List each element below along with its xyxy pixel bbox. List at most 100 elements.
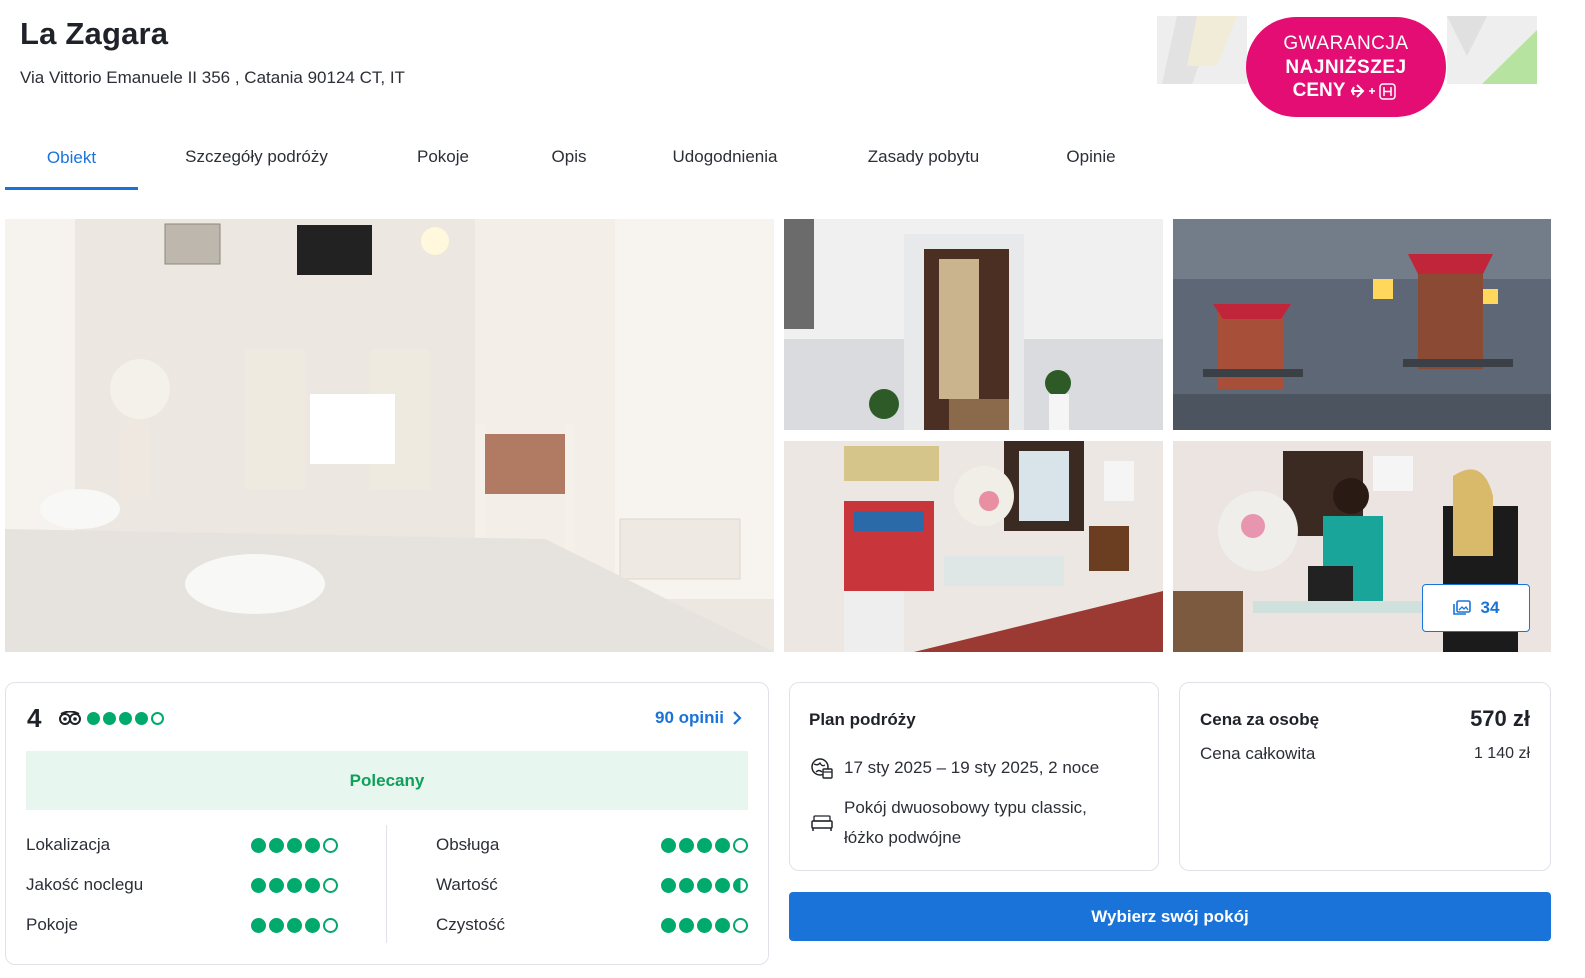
- total-price-label: Cena całkowita: [1200, 744, 1316, 763]
- rating-dot-full: [305, 837, 320, 853]
- trip-dates-row: 17 sty 2025 – 19 sty 2025, 2 noce: [809, 753, 1099, 783]
- reviews-count: 90 opinii: [655, 708, 724, 727]
- section-tabs: Obiekt Szczegóły podróży Pokoje Opis Udo…: [5, 126, 1158, 190]
- tripadvisor-rating: [59, 711, 164, 725]
- rating-dot-full: [305, 877, 320, 893]
- bed-icon: [809, 808, 834, 838]
- price-per-person-value: 570 zł: [1470, 706, 1530, 731]
- lowest-price-guarantee-badge: GWARANCJA NAJNIŻSZEJ CENY: [1157, 16, 1537, 117]
- recommended-banner: Polecany: [26, 751, 748, 810]
- badge-line-2: NAJNIŻSZEJ: [1285, 57, 1407, 78]
- rating-dot-full: [697, 877, 712, 893]
- trip-plan-card: Plan podróży 17 sty 2025 – 19 sty 2025, …: [789, 682, 1159, 871]
- rating-dot-empty: [323, 917, 338, 933]
- rating-label: Obsługa: [436, 835, 500, 854]
- rating-label: Czystość: [436, 915, 505, 934]
- rating-dots: [87, 711, 164, 725]
- rating-dot-empty: [323, 837, 338, 853]
- tab-szczegoly-podrozy[interactable]: Szczegóły podróży: [138, 126, 375, 188]
- tab-pokoje[interactable]: Pokoje: [375, 126, 511, 188]
- trip-dates: 17 sty 2025 – 19 sty 2025, 2 noce: [844, 758, 1100, 777]
- rating-row-rooms: Pokoje: [26, 905, 338, 945]
- rating-dot-full: [679, 837, 694, 853]
- hotel-address: Via Vittorio Emanuele II 356 , Catania 9…: [20, 68, 405, 87]
- rating-dot-empty: [733, 837, 748, 853]
- photo-reception[interactable]: [784, 441, 1163, 652]
- tab-zasady-pobytu[interactable]: Zasady pobytu: [823, 126, 1024, 188]
- rating-dot-full: [661, 877, 676, 893]
- review-score: 4: [27, 703, 42, 733]
- rating-dot-full: [103, 711, 116, 725]
- photo-gallery: 34: [5, 219, 1551, 652]
- trip-plan-title: Plan podróży: [809, 710, 916, 729]
- rating-dot-full: [697, 917, 712, 933]
- tripadvisor-owl-icon: [59, 711, 81, 725]
- price-per-person-label: Cena za osobę: [1200, 710, 1320, 729]
- badge-line-3: CENY: [1246, 80, 1446, 102]
- rating-dot-full: [661, 837, 676, 853]
- choose-room-button[interactable]: Wybierz swój pokój: [789, 892, 1551, 941]
- rating-row-value: Wartość: [436, 865, 748, 905]
- globe-calendar-icon: [809, 753, 834, 783]
- rating-dot-empty: [323, 877, 338, 893]
- rating-label: Lokalizacja: [26, 835, 111, 854]
- total-price-value: 1 140 zł: [1473, 745, 1530, 762]
- rating-dot-full: [715, 877, 730, 893]
- rating-dot-empty: [151, 711, 164, 725]
- tab-opinie[interactable]: Opinie: [1024, 126, 1158, 188]
- rating-dot-full: [679, 877, 694, 893]
- ratings-column-right: Obsługa Wartość Czystość: [436, 825, 748, 945]
- rating-dots: [251, 877, 338, 893]
- rating-label: Pokoje: [26, 915, 78, 934]
- room-type: Pokój dwuosobowy typu classic, łóżko pod…: [844, 793, 1087, 853]
- rating-dot-full: [269, 917, 284, 933]
- hotel-name: La Zagara: [20, 16, 169, 51]
- chevron-right-icon: [733, 711, 742, 725]
- room-type-line-1: Pokój dwuosobowy typu classic,: [844, 798, 1087, 817]
- rating-row-service: Obsługa: [436, 825, 748, 865]
- rating-dot-full: [269, 837, 284, 853]
- rating-dot-full: [87, 711, 100, 725]
- tab-opis[interactable]: Opis: [511, 126, 627, 188]
- rating-dot-full: [715, 917, 730, 933]
- rating-dot-full: [697, 837, 712, 853]
- photo-count-value: 34: [1480, 598, 1500, 617]
- rating-dot-full: [287, 917, 302, 933]
- rating-dot-full: [661, 917, 676, 933]
- rating-dot-full: [287, 877, 302, 893]
- rating-dots: [251, 837, 338, 853]
- rating-row-cleanliness: Czystość: [436, 905, 748, 945]
- rating-dot-full: [287, 837, 302, 853]
- ratings-divider: [386, 825, 387, 943]
- rating-dot-full: [119, 711, 132, 725]
- rating-dots: [661, 917, 748, 933]
- rating-row-quality: Jakość noclegu: [26, 865, 338, 905]
- rating-dot-half: [733, 877, 748, 893]
- gallery-icon: [1452, 600, 1471, 615]
- badge-line-3-text: CENY: [1292, 80, 1346, 101]
- rating-label: Wartość: [436, 875, 498, 894]
- reviews-card: 4 90 opinii Polecany Lokalizacja Jakość …: [5, 682, 769, 965]
- tab-obiekt[interactable]: Obiekt: [5, 126, 138, 190]
- plane-plus-hotel-icon: [1351, 83, 1397, 100]
- photo-entrance[interactable]: [784, 219, 1163, 430]
- rating-dot-full: [679, 917, 694, 933]
- rating-dot-full: [251, 837, 266, 853]
- all-reviews-link[interactable]: 90 opinii: [655, 708, 742, 728]
- rating-dots: [251, 917, 338, 933]
- rating-dot-full: [305, 917, 320, 933]
- rating-dot-full: [251, 917, 266, 933]
- rating-label: Jakość noclegu: [26, 875, 144, 894]
- rating-dot-empty: [733, 917, 748, 933]
- price-card: Cena za osobę 570 zł Cena całkowita 1 14…: [1179, 682, 1551, 871]
- rating-dot-full: [251, 877, 266, 893]
- room-type-line-2: łóżko podwójne: [844, 828, 962, 847]
- room-type-row: Pokój dwuosobowy typu classic, łóżko pod…: [809, 793, 1087, 853]
- rating-dots: [661, 837, 748, 853]
- main-photo-bedroom[interactable]: [5, 219, 774, 652]
- tab-udogodnienia[interactable]: Udogodnienia: [627, 126, 823, 188]
- rating-row-location: Lokalizacja: [26, 825, 338, 865]
- rating-dot-full: [715, 837, 730, 853]
- show-all-photos-button[interactable]: 34: [1422, 584, 1530, 632]
- photo-facade[interactable]: [1173, 219, 1551, 430]
